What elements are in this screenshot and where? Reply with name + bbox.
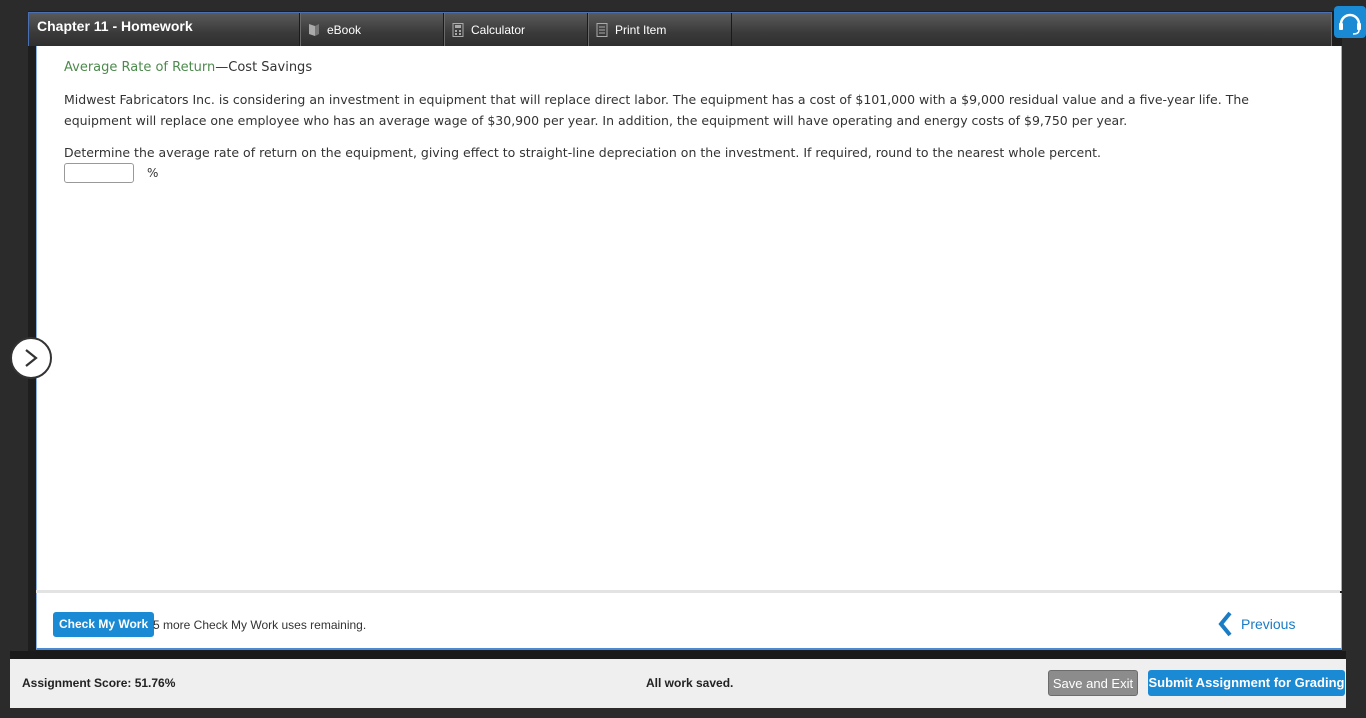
tab-print-label: Print Item [615,22,667,37]
tab-print-item[interactable]: Print Item [587,13,732,46]
assignment-title: Chapter 11 - Homework [37,18,193,34]
submit-assignment-button[interactable]: Submit Assignment for Grading [1148,670,1345,696]
chevron-right-icon [25,349,38,367]
answer-input[interactable] [64,163,134,183]
expand-nav-button[interactable] [10,337,52,379]
question-subtopic: —Cost Savings [215,60,313,75]
previous-label: Previous [1241,616,1296,632]
previous-button[interactable]: Previous [1217,611,1295,637]
book-icon [309,23,319,36]
save-and-exit-button[interactable]: Save and Exit [1048,670,1138,696]
status-bar: Assignment Score: 51.76% All work saved.… [10,659,1346,708]
calculator-icon [452,22,464,37]
percent-unit: % [147,166,159,180]
tab-ebook-label: eBook [327,22,362,37]
check-uses-remaining: 5 more Check My Work uses remaining. [153,618,367,632]
check-my-work-button[interactable]: Check My Work [53,612,155,637]
top-toolbar: Chapter 11 - Homework eBook Calculator P… [28,12,1332,46]
support-button[interactable] [1334,6,1366,38]
question-panel: Average Rate of Return—Cost Savings Midw… [36,46,1342,591]
status-divider [10,651,1346,659]
tab-ebook[interactable]: eBook [299,13,443,46]
tab-calculator[interactable]: Calculator [443,13,587,46]
chevron-left-icon [1218,611,1232,637]
question-description: Midwest Fabricators Inc. is considering … [64,92,1249,128]
question-prompt: Determine the average rate of return on … [64,145,1102,160]
question-topic: Average Rate of Return [64,60,216,75]
assignment-score: Assignment Score: 51.76% [22,676,176,690]
headset-icon [1339,13,1361,35]
print-icon [596,22,608,37]
question-footer: Check My Work 5 more Check My Work uses … [36,593,1342,650]
question-heading: Average Rate of Return—Cost Savings [64,60,312,75]
save-status: All work saved. [646,676,734,690]
tab-calculator-label: Calculator [471,22,526,37]
